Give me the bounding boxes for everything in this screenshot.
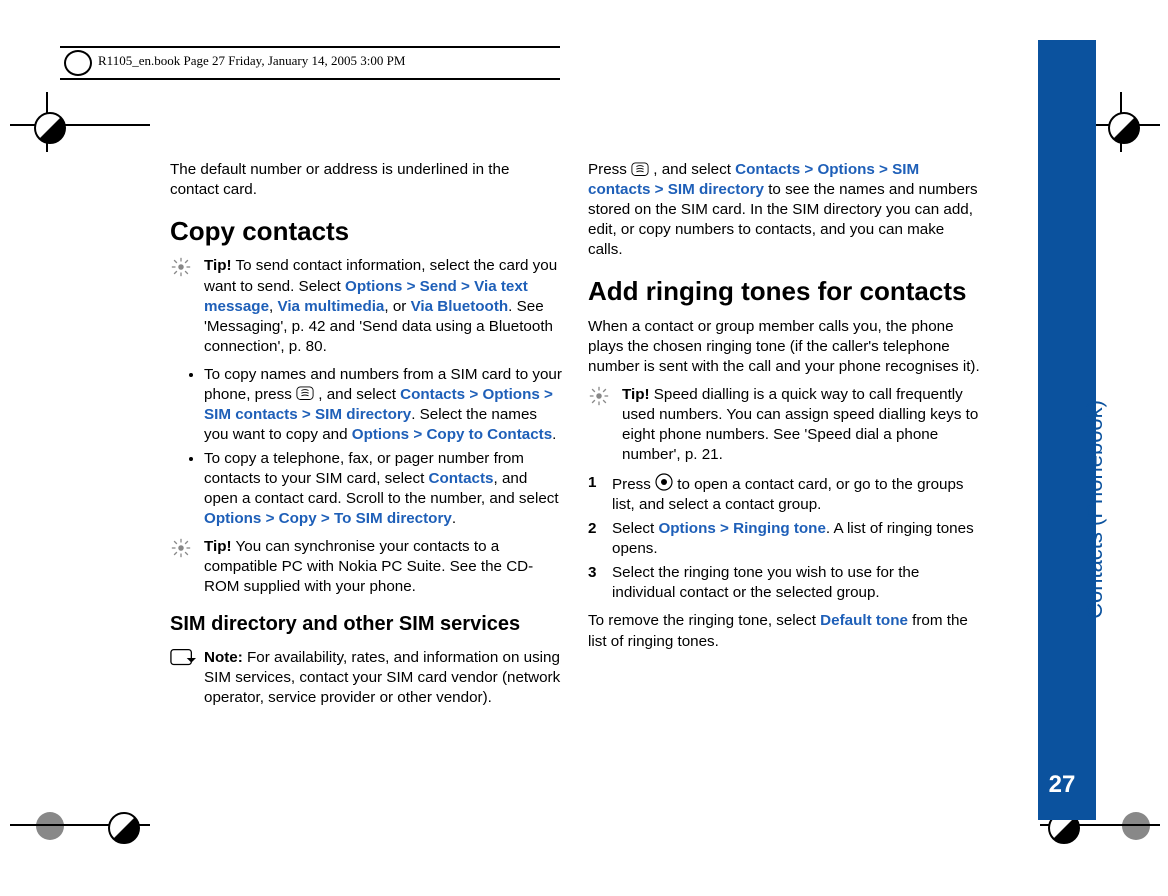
heading-sim-directory: SIM directory and other SIM services [170,611,562,637]
step-item: 2 Select Options > Ringing tone. A list … [588,519,980,559]
step-number: 3 [588,563,596,583]
page-root: R1105_en.book Page 27 Friday, January 14… [0,0,1168,896]
text: . [452,510,456,527]
heading-ringing-tones: Add ringing tones for contacts [588,274,980,308]
crop-circle-icon [1122,812,1150,840]
text: , or [384,298,410,315]
tip-text: You can synchronise your contacts to a c… [204,538,533,595]
paragraph: When a contact or group member calls you… [588,317,980,377]
heading-copy-contacts: Copy contacts [170,214,562,248]
list-item: To copy a telephone, fax, or pager numbe… [204,449,562,529]
text: , and select [314,386,400,403]
note-icon [170,648,196,668]
scroll-key-icon [655,473,673,487]
text: To remove the ringing tone, select [588,612,820,629]
tip-block-1: Tip! To send contact information, select… [170,256,562,356]
page-header-bar: R1105_en.book Page 27 Friday, January 14… [60,46,560,80]
step-number: 1 [588,473,596,493]
paragraph: To remove the ringing tone, select Defau… [588,611,980,651]
intro-paragraph: The default number or address is underli… [170,160,562,200]
tip-block-3: Tip! Speed dialling is a quick way to ca… [588,385,980,465]
right-column: Press , and select Contacts > Options > … [588,152,980,660]
book-line: R1105_en.book Page 27 Friday, January 14… [98,53,405,69]
page-number: 27 [1040,766,1084,804]
link-via-multimedia: Via multimedia [277,298,384,315]
link-ringing-tone: Options > Ringing tone [658,520,825,537]
tip-label: Tip! [204,257,232,274]
note-block: Note: For availability, rates, and infor… [170,648,562,708]
crop-circle-icon [108,812,140,844]
link-default-tone: Default tone [820,612,908,629]
note-label: Note: [204,649,243,666]
sidebar: Contacts (Phonebook) [1024,40,1096,820]
step-number: 2 [588,519,596,539]
text: Press [612,476,655,493]
chapter-title: Contacts (Phonebook) [1082,400,1108,619]
step-item: 1 Press to open a contact card, or go to… [588,473,980,515]
text: Select the ringing tone you wish to use … [612,564,919,601]
note-text: For availability, rates, and information… [204,649,560,706]
link-via-bluetooth: Via Bluetooth [411,298,509,315]
bullet-list: To copy names and numbers from a SIM car… [170,365,562,530]
header-oval-icon [64,50,92,76]
left-column: The default number or address is underli… [170,152,562,716]
crop-mark-icon [10,124,150,126]
link-to-sim-directory: Options > Copy > To SIM directory [204,510,452,527]
text: Select [612,520,658,537]
ordered-steps: 1 Press to open a contact card, or go to… [588,473,980,603]
menu-key-icon [631,162,649,176]
link-copy-to-contacts: Options > Copy to Contacts [352,426,552,443]
text: Press [588,161,631,178]
crop-circle-icon [34,112,66,144]
link-contacts: Contacts [429,470,494,487]
tip-text: Speed dialling is a quick way to call fr… [622,386,978,463]
menu-key-icon [296,386,314,400]
tip-icon [170,256,196,276]
tip-icon [588,385,614,405]
list-item: To copy names and numbers from a SIM car… [204,365,562,445]
tip-label: Tip! [622,386,650,403]
tip-icon [170,537,196,557]
crop-circle-icon [1108,112,1140,144]
step-item: 3 Select the ringing tone you wish to us… [588,563,980,603]
paragraph: Press , and select Contacts > Options > … [588,160,980,260]
text: . [552,426,556,443]
tip-block-2: Tip! You can synchronise your contacts t… [170,537,562,597]
tip-label: Tip! [204,538,232,555]
text: , and select [649,161,735,178]
crop-circle-icon [36,812,64,840]
